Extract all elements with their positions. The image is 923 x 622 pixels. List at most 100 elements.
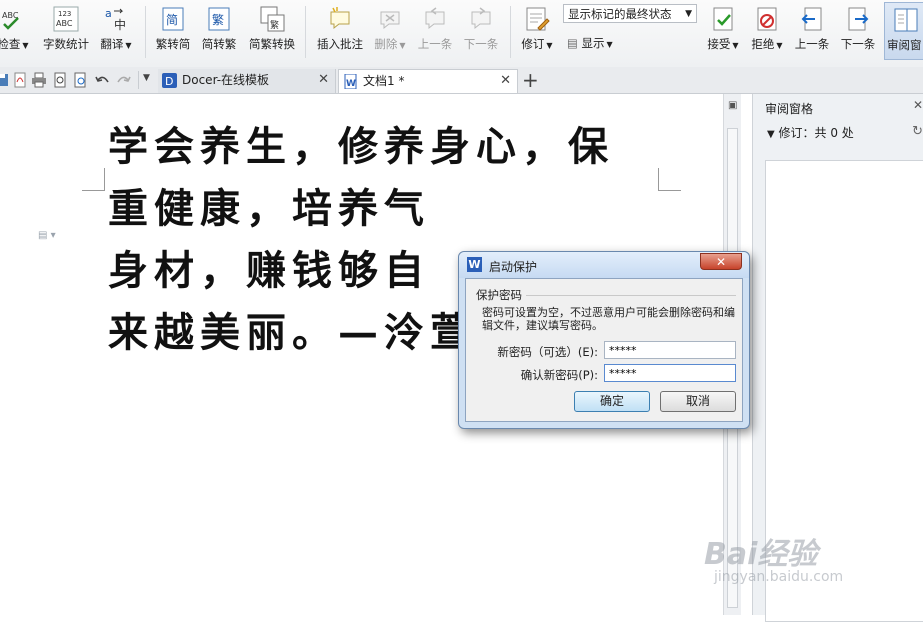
spell-check-button[interactable]: ABC 检查 ▼: [0, 2, 34, 62]
revision-count-label: 修订：共 0 处: [778, 126, 854, 140]
spell-check-icon: ABC: [2, 11, 19, 30]
password-group-label: 保护密码: [476, 288, 522, 302]
svg-text:ABC: ABC: [56, 19, 73, 28]
translate-button[interactable]: a 中 翻译 ▼: [96, 2, 136, 62]
trad-to-simp-button[interactable]: 简 繁转简: [152, 2, 194, 62]
save-icon[interactable]: [0, 72, 10, 88]
simp-to-trad-button[interactable]: 繁 简转繁: [198, 2, 240, 62]
docer-icon: D: [162, 73, 177, 88]
new-password-label: 新密码（可选）(E):: [497, 345, 598, 359]
trad-to-simp-label: 繁转简: [155, 37, 191, 51]
find-icon[interactable]: [72, 72, 88, 88]
previous-comment-button[interactable]: 上一条: [414, 2, 456, 62]
accept-change-icon: [713, 7, 733, 31]
margin-corner-marker: [82, 168, 105, 191]
revision-count[interactable]: ▼ 修订：共 0 处: [767, 124, 854, 141]
trad-simp-convert-button[interactable]: 繁 简繁转换: [244, 2, 300, 62]
ribbon-separator: [510, 6, 511, 58]
dialog-titlebar[interactable]: W 启动保护 ✕: [459, 252, 749, 278]
split-view-icon[interactable]: ▣: [728, 100, 737, 111]
tab-separator: [138, 71, 139, 89]
svg-text:a: a: [105, 7, 112, 20]
translate-label: 翻译: [100, 37, 124, 51]
previous-change-label: 上一条: [794, 37, 830, 51]
baidu-watermark: Bai经验 jingyan.baidu.com: [704, 519, 894, 599]
display-label: 显示: [581, 36, 605, 50]
ribbon-separator: [145, 6, 146, 58]
delete-comment-button[interactable]: 删除 ▼: [370, 2, 410, 62]
word-count-icon: 123 ABC: [53, 6, 79, 32]
reject-change-button[interactable]: 拒绝 ▼: [746, 2, 788, 62]
insert-comment-label: 插入批注: [317, 37, 363, 51]
ribbon-separator: [305, 6, 306, 58]
insert-comment-button[interactable]: 插入批注: [312, 2, 368, 62]
protect-dialog: W 启动保护 ✕ 保护密码 密码可设置为空，不过恶意用户可能会删除密码和编辑文件…: [458, 251, 750, 429]
simp-to-trad-icon: 繁: [208, 7, 230, 31]
track-changes-button[interactable]: 修订 ▼: [516, 2, 558, 62]
watermark-brand: Bai经验: [704, 537, 818, 572]
track-changes-label: 修订: [521, 37, 545, 51]
ok-button[interactable]: 确定: [574, 391, 650, 412]
previous-comment-icon: [425, 7, 445, 30]
display-icon: ▤: [567, 36, 578, 50]
chevron-down-icon: ▼: [767, 129, 775, 140]
review-pane-button[interactable]: 审阅窗: [884, 2, 923, 60]
export-pdf-icon[interactable]: [12, 72, 28, 88]
paragraph-options-icon[interactable]: ▤ ▾: [38, 230, 56, 241]
new-password-field[interactable]: [604, 341, 736, 359]
ribbon-toolbar: ABC 检查 ▼ 123 ABC 字数统计 a 中 翻译 ▼ 简 繁转简 繁 简…: [0, 0, 923, 68]
svg-text:中: 中: [114, 17, 126, 32]
svg-text:D: D: [165, 75, 173, 88]
tab-docer[interactable]: D Docer-在线模板 ✕: [158, 69, 336, 93]
spell-check-label: 检查: [0, 37, 21, 51]
previous-comment-label: 上一条: [417, 37, 453, 51]
trad-to-simp-icon: 简: [162, 7, 184, 31]
word-count-button[interactable]: 123 ABC 字数统计: [38, 2, 94, 62]
confirm-password-field[interactable]: [604, 364, 736, 382]
cancel-button[interactable]: 取消: [660, 391, 736, 412]
next-comment-icon: [471, 7, 491, 30]
print-preview-icon[interactable]: [52, 72, 68, 88]
tab-document1-label: 文档1 *: [363, 74, 405, 88]
svg-text:简: 简: [166, 13, 178, 27]
dialog-body: 保护密码 密码可设置为空，不过恶意用户可能会删除密码和编辑文件，建议填写密码。 …: [465, 278, 743, 422]
document-line: 重健康，培养气: [108, 185, 430, 232]
password-description: 密码可设置为空，不过恶意用户可能会删除密码和编辑文件，建议填写密码。: [482, 306, 735, 332]
dialog-close-button[interactable]: ✕: [700, 253, 742, 270]
word-count-label: 字数统计: [43, 37, 89, 51]
print-icon[interactable]: [31, 72, 47, 88]
previous-change-button[interactable]: 上一条: [791, 2, 833, 62]
close-icon[interactable]: ✕: [500, 70, 511, 92]
dialog-title: 启动保护: [489, 260, 538, 274]
next-comment-button[interactable]: 下一条: [460, 2, 502, 62]
reject-change-icon: [757, 7, 777, 31]
markup-display-value: 显示标记的最终状态: [568, 7, 672, 21]
trad-simp-convert-icon: 繁: [260, 6, 285, 32]
svg-text:繁: 繁: [270, 19, 279, 31]
document-icon: W: [344, 74, 357, 89]
document-tab-bar: ▼ D Docer-在线模板 ✕ W 文档1 * ✕ +: [0, 67, 923, 94]
trad-simp-convert-label: 简繁转换: [249, 37, 295, 51]
accept-change-label: 接受: [707, 37, 731, 51]
svg-text:123: 123: [58, 10, 71, 18]
watermark-url: jingyan.baidu.com: [714, 569, 844, 585]
markup-display-select[interactable]: 显示标记的最终状态 ▼: [563, 4, 697, 23]
insert-comment-icon: [330, 7, 350, 30]
next-change-button[interactable]: 下一条: [837, 2, 879, 62]
document-line: 学会养生，修养身心，保: [108, 123, 614, 170]
chevron-down-icon: ▼: [685, 9, 692, 19]
quick-access-dropdown-icon[interactable]: ▼: [143, 73, 150, 83]
accept-change-button[interactable]: 接受 ▼: [702, 2, 744, 62]
undo-icon[interactable]: [94, 72, 110, 88]
display-button[interactable]: ▤ 显示 ▼: [567, 35, 613, 51]
tab-document1[interactable]: W 文档1 * ✕: [338, 69, 518, 93]
close-icon[interactable]: ✕: [913, 98, 923, 112]
group-divider: [526, 295, 736, 296]
redo-icon[interactable]: [116, 72, 132, 88]
close-icon: ✕: [715, 255, 727, 269]
next-comment-label: 下一条: [463, 37, 499, 51]
review-pane-label: 审阅窗: [887, 38, 922, 52]
refresh-icon[interactable]: ↻: [912, 124, 923, 139]
new-tab-plus-icon[interactable]: +: [522, 68, 539, 92]
close-icon[interactable]: ✕: [318, 69, 329, 91]
